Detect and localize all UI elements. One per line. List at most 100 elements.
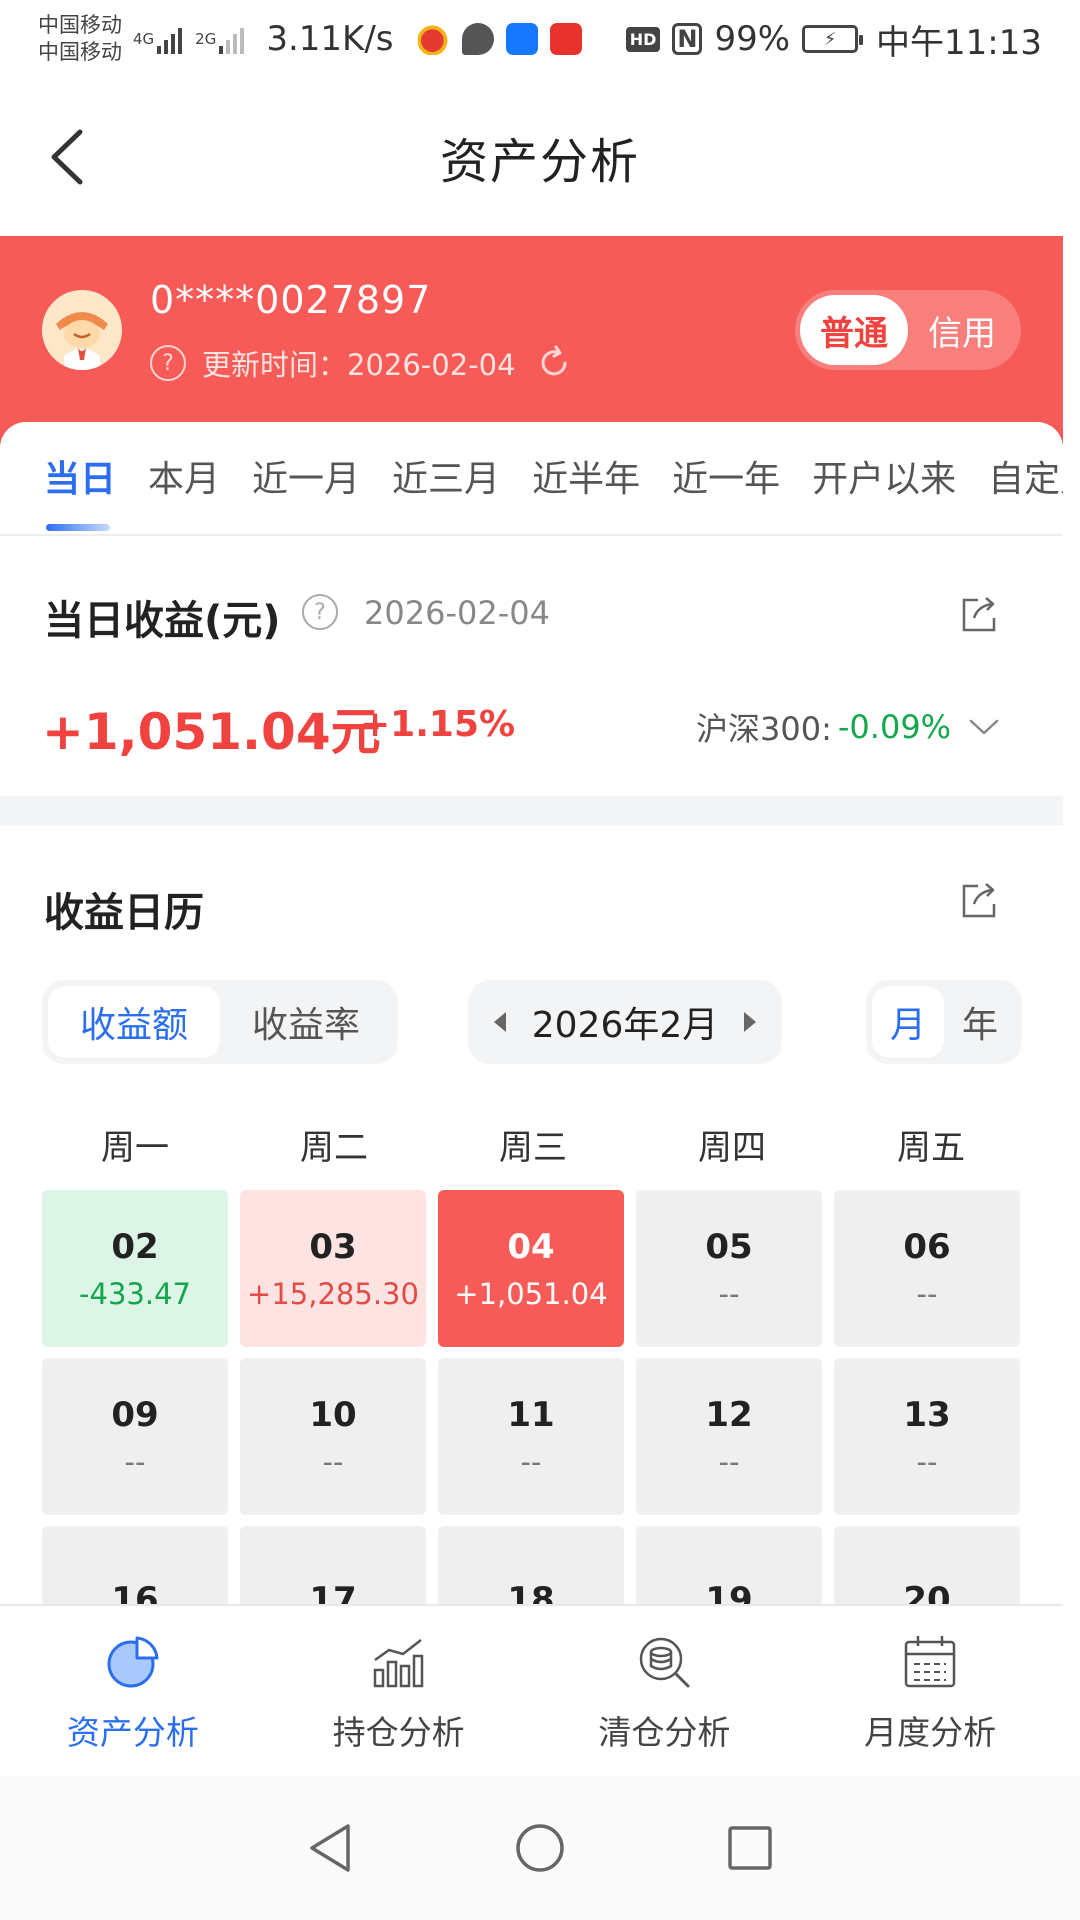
calendar-day-number: 17 (309, 1579, 357, 1605)
calendar-day-number: 02 (111, 1226, 159, 1267)
daily-amount: +1,051.04元 (42, 703, 381, 761)
calendar-day-number: 09 (111, 1394, 159, 1435)
alipay-icon (505, 23, 538, 55)
help-icon[interactable]: ? (150, 345, 186, 381)
period-tabs: 当日 本月 近一月 近三月 近半年 近一年 开户以来 自定义 (0, 422, 1063, 536)
page-header: 资产分析 (0, 78, 1080, 236)
calendar-day-cell[interactable]: 13 -- (834, 1358, 1020, 1515)
calendar-day-number: 20 (903, 1579, 951, 1605)
tab-last-3-months[interactable]: 近三月 (392, 450, 500, 502)
section-divider (0, 796, 1063, 826)
calendar-day-value: -- (916, 1276, 938, 1311)
calendar-day-cell[interactable]: 09 -- (42, 1358, 228, 1515)
prev-month-icon[interactable] (494, 1012, 506, 1032)
daily-rate: +1.15% (360, 704, 516, 745)
calendar-day-cell[interactable]: 10 -- (240, 1358, 426, 1515)
network-speed: 3.11K/s (266, 19, 394, 59)
tab-last-month[interactable]: 近一月 (252, 450, 360, 502)
net-type-2: 2G (195, 31, 216, 47)
share-icon[interactable] (958, 592, 1002, 636)
calendar-day-number: 06 (903, 1226, 951, 1267)
calendar-title: 收益日历 (44, 890, 204, 936)
nav-asset-analysis[interactable]: 资产分析 (0, 1606, 266, 1776)
weekday-header: 周一 周二 周三 周四 周五 (42, 1120, 1024, 1169)
daily-date: 2026-02-04 (364, 594, 550, 632)
calendar-day-cell[interactable]: 16 (42, 1526, 228, 1604)
next-month-icon[interactable] (744, 1012, 756, 1032)
calendar-day-value: -- (124, 1444, 146, 1479)
weekday-wed: 周三 (499, 1128, 567, 1168)
calendar-day-cell[interactable]: 19 (636, 1526, 822, 1604)
calendar-day-value: -- (916, 1444, 938, 1479)
scale-year-option[interactable]: 年 (944, 986, 1016, 1058)
home-circle-icon[interactable] (510, 1818, 570, 1878)
tab-today[interactable]: 当日 (44, 450, 116, 502)
nav-label: 月度分析 (864, 1713, 997, 1752)
calendar-day-value: +1,051.04 (454, 1276, 608, 1311)
avatar-icon (42, 290, 122, 370)
scale-month-option[interactable]: 月 (872, 986, 944, 1058)
benchmark-selector[interactable]: 沪深300: -0.09% (696, 704, 999, 750)
calendar-day-cell[interactable]: 17 (240, 1526, 426, 1604)
daily-help[interactable]: ? (302, 594, 354, 630)
chevron-down-icon[interactable] (969, 718, 999, 736)
signal-weak-icon (219, 24, 245, 54)
calendar-icon (904, 1636, 956, 1688)
weekday-thu: 周四 (698, 1128, 766, 1168)
chevron-left-icon[interactable] (40, 124, 100, 190)
calendar-day-cell[interactable]: 11 -- (438, 1358, 624, 1515)
benchmark-value: -0.09% (837, 708, 952, 746)
clock: 中午11:13 (876, 22, 1042, 63)
hd-icon: HD (625, 26, 661, 52)
account-type-credit[interactable]: 信用 (908, 295, 1016, 365)
account-type-normal[interactable]: 普通 (800, 295, 908, 365)
tab-custom[interactable]: 自定义 (988, 450, 1063, 502)
status-bar: 中国移动 中国移动 4G 2G 3.11K/s HD N 99% ⚡ 中午11:… (0, 0, 1080, 78)
calendar-day-value: -- (520, 1444, 542, 1479)
bottom-nav: 资产分析 持仓分析 清仓分析 月度分析 (0, 1604, 1063, 1776)
recents-square-icon[interactable] (720, 1818, 780, 1878)
calendar-day-number: 16 (111, 1579, 159, 1605)
daily-earnings-card: 当日收益(元) ? 2026-02-04 +1,051.04元 +1.15% 沪… (0, 536, 1063, 796)
tab-last-half-year[interactable]: 近半年 (532, 450, 640, 502)
metric-rate-option[interactable]: 收益率 (220, 986, 392, 1058)
refresh-icon[interactable] (536, 345, 572, 381)
calendar-day-number: 12 (705, 1394, 753, 1435)
metric-amount-option[interactable]: 收益额 (48, 986, 220, 1058)
metric-toggle: 收益额 收益率 (42, 980, 398, 1064)
calendar-day-cell[interactable]: 12 -- (636, 1358, 822, 1515)
calendar-day-cell[interactable]: 05 -- (636, 1190, 822, 1347)
net-1-label: 4G (133, 30, 155, 48)
month-label[interactable]: 2026年2月 (532, 996, 719, 1048)
calendar-day-cell[interactable]: 20 (834, 1526, 1020, 1604)
nav-label: 清仓分析 (598, 1713, 731, 1752)
nav-label: 资产分析 (66, 1713, 199, 1752)
tab-since-open[interactable]: 开户以来 (812, 450, 956, 502)
nav-label: 持仓分析 (332, 1713, 465, 1752)
help-icon[interactable]: ? (302, 594, 338, 630)
nav-liquidation-analysis[interactable]: 清仓分析 (532, 1606, 798, 1776)
weekday-fri: 周五 (897, 1128, 965, 1168)
daily-earnings-title: 当日收益(元) (44, 598, 281, 644)
calendar-day-cell[interactable]: 06 -- (834, 1190, 1020, 1347)
benchmark-label: 沪深300: (696, 710, 832, 748)
nav-holdings-analysis[interactable]: 持仓分析 (266, 1606, 532, 1776)
avatar[interactable] (42, 290, 122, 370)
calendar-day-number: 03 (309, 1226, 357, 1267)
calendar-day-number: 10 (309, 1394, 357, 1435)
nav-monthly-analysis[interactable]: 月度分析 (797, 1606, 1063, 1776)
calendar-day-cell[interactable]: 04 +1,051.04 (438, 1190, 624, 1347)
back-triangle-icon[interactable] (300, 1818, 360, 1878)
share-icon[interactable] (958, 878, 1002, 922)
tab-last-year[interactable]: 近一年 (672, 450, 780, 502)
calendar-grid: 02 -433.47 03 +15,285.30 04 +1,051.04 05 -- 06 --… (42, 1190, 1024, 1604)
calendar-day-cell[interactable]: 18 (438, 1526, 624, 1604)
page-title: 资产分析 (439, 134, 640, 190)
tab-this-month[interactable]: 本月 (148, 450, 220, 502)
scale-toggle: 月 年 (866, 980, 1022, 1064)
signal-icon (157, 24, 183, 54)
search-coins-icon (640, 1637, 690, 1688)
calendar-day-number: 04 (507, 1226, 555, 1267)
calendar-day-cell[interactable]: 02 -433.47 (42, 1190, 228, 1347)
calendar-day-cell[interactable]: 03 +15,285.30 (240, 1190, 426, 1347)
